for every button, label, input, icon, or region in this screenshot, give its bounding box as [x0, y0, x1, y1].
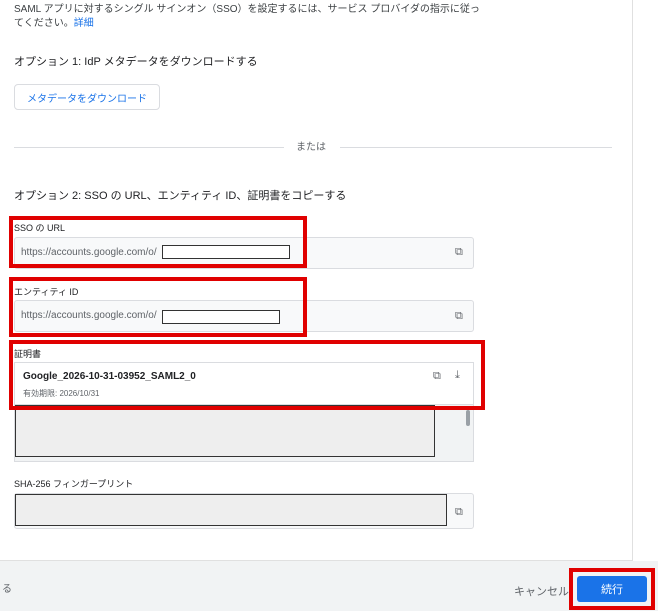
details-link[interactable]: 詳細 [74, 18, 94, 29]
highlight-continue [569, 568, 655, 610]
divider-right [340, 147, 612, 148]
certificate-scrollbar[interactable] [466, 410, 470, 426]
highlight-certificate [9, 340, 485, 410]
intro-text-line1: SAML アプリに対するシングル サインオン（SSO）を設定するには、サービス … [14, 4, 480, 15]
intro-text-line2: てください。詳細 [14, 17, 94, 31]
intro-text-line2-body: てください。 [14, 18, 74, 29]
option1-title: オプション 1: IdP メタデータをダウンロードする [14, 56, 258, 68]
highlight-sso-url [9, 216, 307, 268]
back-link[interactable]: る [2, 583, 12, 597]
sha256-redaction [15, 494, 447, 526]
cancel-button[interactable]: キャンセル [514, 583, 569, 599]
footer-bar: る キャンセル [0, 561, 658, 611]
certificate-text-area[interactable] [14, 404, 474, 462]
sha256-label: SHA-256 フィンガープリント [14, 479, 134, 489]
copy-entity-id-icon[interactable]: ⧉ [455, 310, 463, 323]
copy-sso-url-icon[interactable]: ⧉ [455, 246, 463, 259]
option2-title: オプション 2: SSO の URL、エンティティ ID、証明書をコピーする [14, 190, 347, 202]
highlight-entity-id [9, 277, 307, 337]
sha256-field: ⧉ [14, 493, 474, 529]
divider-label: または [296, 142, 326, 153]
certificate-text-redaction [15, 405, 435, 457]
divider-left [14, 147, 284, 148]
copy-sha256-icon[interactable]: ⧉ [455, 506, 463, 519]
download-metadata-button[interactable]: メタデータをダウンロード [14, 84, 160, 110]
